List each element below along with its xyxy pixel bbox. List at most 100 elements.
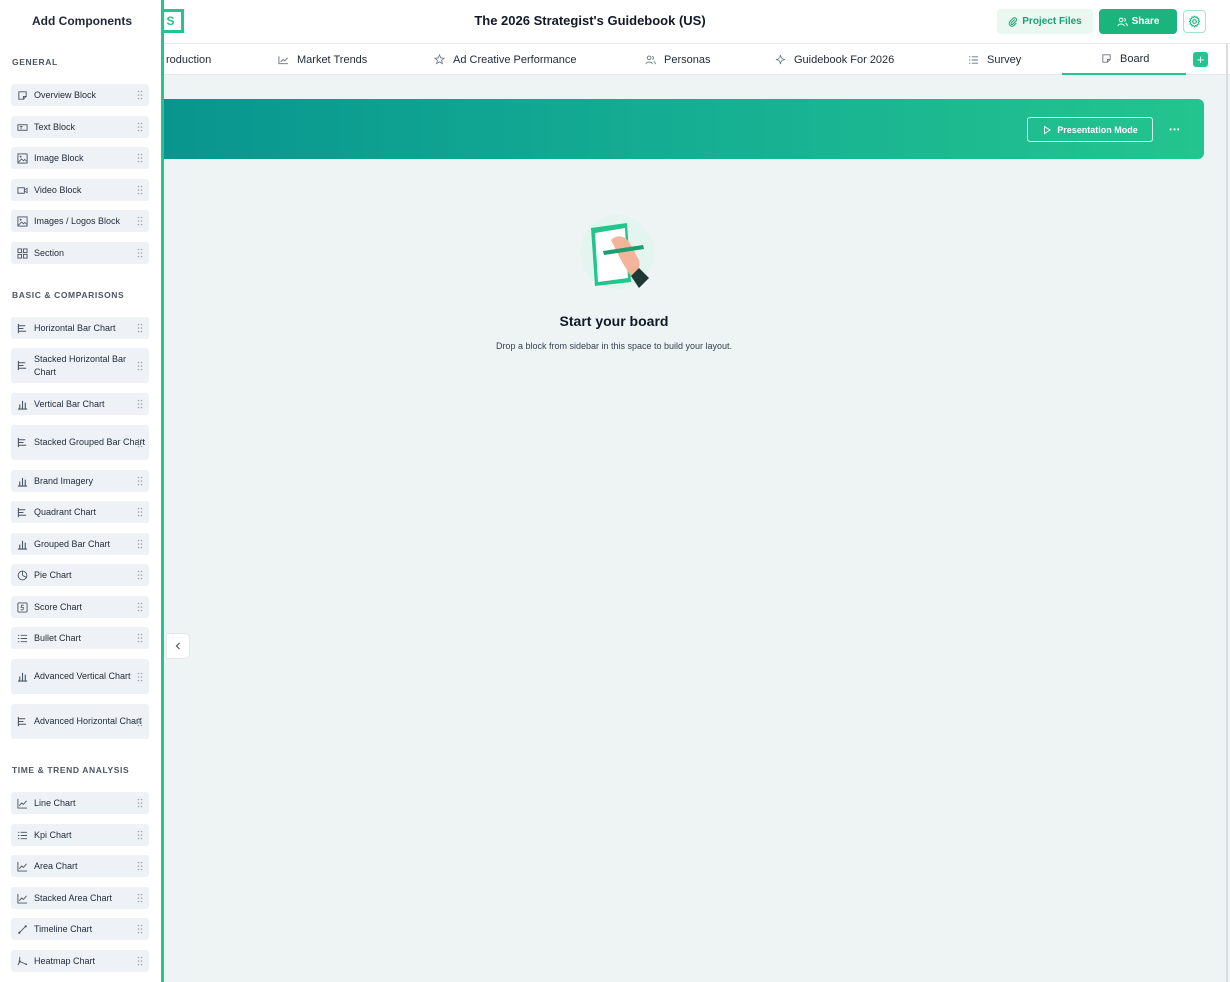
sidebar-title: Add Components <box>32 14 132 28</box>
drag-handle-icon[interactable] <box>137 602 143 612</box>
section-time-trend: TIME & TREND ANALYSIS <box>12 765 130 775</box>
tab-personas[interactable]: Personas <box>645 44 710 75</box>
play-icon <box>1044 125 1052 134</box>
component-label: Brand Imagery <box>34 475 94 486</box>
drag-handle-icon[interactable] <box>137 924 143 934</box>
right-edge-divider <box>1226 44 1228 982</box>
drag-handle-icon[interactable] <box>137 399 143 409</box>
drag-handle-icon[interactable] <box>137 361 143 371</box>
more-options-button[interactable]: ••• <box>1168 119 1182 139</box>
list-icon <box>17 831 28 839</box>
component-kpi-chart[interactable]: Kpi Chart <box>11 824 149 846</box>
component-timeline-chart[interactable]: Timeline Chart <box>11 918 149 940</box>
drag-handle-icon[interactable] <box>137 672 143 682</box>
drag-handle-icon[interactable] <box>137 122 143 132</box>
text-icon <box>17 123 28 131</box>
trend-icon <box>278 55 289 64</box>
drag-handle-icon[interactable] <box>137 539 143 549</box>
component-area-chart[interactable]: Area Chart <box>11 855 149 877</box>
drag-handle-icon[interactable] <box>137 717 143 727</box>
drag-handle-icon[interactable] <box>137 861 143 871</box>
drag-handle-icon[interactable] <box>137 438 143 448</box>
project-files-label: Project Files <box>1022 16 1082 27</box>
line-chart-icon <box>17 798 28 809</box>
component-label: Grouped Bar Chart <box>34 538 111 549</box>
drag-handle-icon[interactable] <box>137 633 143 643</box>
share-button[interactable]: Share <box>1099 9 1177 34</box>
drag-handle-icon[interactable] <box>137 830 143 840</box>
component-score-chart[interactable]: Score Chart <box>11 596 149 618</box>
vertical-bar-chart-icon <box>17 672 28 682</box>
component-label: Images / Logos Block <box>34 215 121 226</box>
drag-handle-icon[interactable] <box>137 798 143 808</box>
drag-handle-icon[interactable] <box>137 90 143 100</box>
component-quadrant-chart[interactable]: Quadrant Chart <box>11 501 149 523</box>
component-overview-block[interactable]: Overview Block <box>11 84 149 106</box>
tab-survey[interactable]: Survey <box>968 44 1021 75</box>
paperclip-icon <box>1008 16 1018 27</box>
component-horizontal-bar-chart[interactable]: Horizontal Bar Chart <box>11 317 149 339</box>
component-stacked-grouped-bar-chart[interactable]: Stacked Grouped Bar Chart <box>11 425 149 460</box>
board-icon <box>1102 54 1111 63</box>
drag-handle-icon[interactable] <box>137 476 143 486</box>
components-sidebar: Add Components GENERAL Overview Block Te… <box>0 0 164 982</box>
component-label: Stacked Area Chart <box>34 892 113 903</box>
tab-label: Guidebook For 2026 <box>794 53 895 66</box>
users-icon <box>645 55 656 64</box>
drag-handle-icon[interactable] <box>137 956 143 966</box>
tab-introduction[interactable]: roduction <box>166 44 211 75</box>
ellipsis-icon: ••• <box>1169 124 1181 134</box>
drag-handle-icon[interactable] <box>137 248 143 258</box>
component-label: Image Block <box>34 152 84 163</box>
component-text-block[interactable]: Text Block <box>11 116 149 138</box>
drag-handle-icon[interactable] <box>137 570 143 580</box>
component-stacked-area-chart[interactable]: Stacked Area Chart <box>11 887 149 909</box>
horizontal-bar-chart-icon <box>17 507 27 517</box>
tab-market-trends[interactable]: Market Trends <box>278 44 367 75</box>
component-stacked-horizontal-bar-chart[interactable]: Stacked Horizontal Bar Chart <box>11 348 149 383</box>
component-advanced-vertical-chart[interactable]: Advanced Vertical Chart <box>11 659 149 694</box>
component-label: Pie Chart <box>34 569 72 580</box>
component-image-block[interactable]: Image Block <box>11 147 149 169</box>
add-tab-button[interactable]: + <box>1193 52 1208 67</box>
drag-handle-icon[interactable] <box>137 153 143 163</box>
component-video-block[interactable]: Video Block <box>11 179 149 201</box>
component-grouped-bar-chart[interactable]: Grouped Bar Chart <box>11 533 149 555</box>
component-heatmap-chart[interactable]: Heatmap Chart <box>11 950 149 972</box>
settings-button[interactable] <box>1183 10 1206 33</box>
board-illustration <box>580 215 654 289</box>
drag-handle-icon[interactable] <box>137 185 143 195</box>
drag-handle-icon[interactable] <box>137 216 143 226</box>
component-label: Section <box>34 247 65 258</box>
drag-handle-icon[interactable] <box>137 323 143 333</box>
project-files-button[interactable]: Project Files <box>997 9 1093 34</box>
component-label: Stacked Horizontal Bar Chart <box>34 353 127 377</box>
component-images-logos-block[interactable]: Images / Logos Block <box>11 210 149 232</box>
component-bullet-chart[interactable]: Bullet Chart <box>11 627 149 649</box>
component-vertical-bar-chart[interactable]: Vertical Bar Chart <box>11 393 149 415</box>
drag-handle-icon[interactable] <box>137 893 143 903</box>
component-pie-chart[interactable]: Pie Chart <box>11 564 149 586</box>
drag-handle-icon[interactable] <box>137 507 143 517</box>
component-label: Kpi Chart <box>34 829 72 840</box>
component-section[interactable]: Section <box>11 242 149 264</box>
tab-label: Ad Creative Performance <box>453 53 577 66</box>
list-icon <box>17 634 28 642</box>
image-icon <box>17 215 28 227</box>
tab-guidebook-2026[interactable]: Guidebook For 2026 <box>775 44 894 75</box>
component-label: Overview Block <box>34 89 97 100</box>
top-header: S The 2026 Strategist's Guidebook (US) P… <box>0 0 1230 44</box>
component-line-chart[interactable]: Line Chart <box>11 792 149 814</box>
heatmap-icon <box>17 956 28 965</box>
tab-label: roduction <box>166 53 212 66</box>
collapse-sidebar-button[interactable] <box>166 633 190 659</box>
stacked-area-chart-icon <box>17 893 28 904</box>
tab-ad-creative-performance[interactable]: Ad Creative Performance <box>434 44 577 75</box>
tab-board[interactable]: Board <box>1062 44 1186 75</box>
component-advanced-horizontal-chart[interactable]: Advanced Horizontal Chart <box>11 704 149 739</box>
component-label: Advanced Horizontal Chart <box>34 716 142 726</box>
component-brand-imagery[interactable]: Brand Imagery <box>11 470 149 492</box>
component-label: Vertical Bar Chart <box>34 398 105 409</box>
vertical-bar-chart-icon <box>17 540 28 550</box>
presentation-mode-button[interactable]: Presentation Mode <box>1027 117 1153 142</box>
